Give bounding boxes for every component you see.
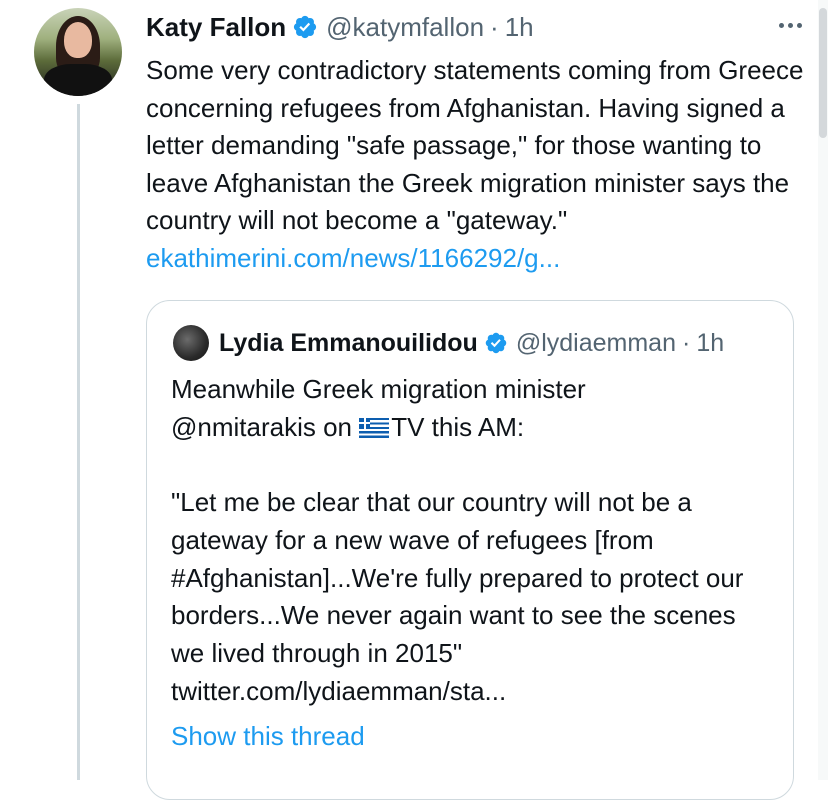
more-options-icon[interactable] xyxy=(772,10,808,40)
tweet-text: Some very contradictory statements comin… xyxy=(146,55,804,235)
author-handle[interactable]: @katymfallon xyxy=(326,10,484,44)
tweet-header: Katy Fallon @katymfallon · 1h xyxy=(146,10,804,44)
show-thread-link[interactable]: Show this thread xyxy=(171,721,365,752)
quoted-header-separator: · xyxy=(681,328,691,357)
author-avatar[interactable] xyxy=(34,8,122,96)
tweet-body: Some very contradictory statements comin… xyxy=(146,52,806,277)
thread-connector-line xyxy=(77,104,80,780)
quoted-tweet-card[interactable]: Lydia Emmanouilidou @lydiaemman · 1h Mea… xyxy=(146,300,794,800)
author-name[interactable]: Katy Fallon xyxy=(146,10,286,44)
tweet-timestamp[interactable]: 1h xyxy=(505,10,534,44)
quoted-text-part2: TV this AM: "Let me be clear that our co… xyxy=(171,411,744,706)
quoted-tweet-body: Meanwhile Greek migration minister @nmit… xyxy=(171,371,771,710)
quoted-author-handle: @lydiaemman xyxy=(515,328,676,357)
verified-badge-icon xyxy=(485,332,507,354)
quoted-author-avatar xyxy=(173,325,209,361)
scrollbar-thumb[interactable] xyxy=(819,8,827,138)
quoted-author-name: Lydia Emmanouilidou xyxy=(219,328,478,357)
verified-badge-icon xyxy=(294,15,317,39)
quoted-tweet-header: Lydia Emmanouilidou @lydiaemman · 1h xyxy=(173,325,724,361)
header-separator: · xyxy=(490,12,499,42)
quoted-tweet-timestamp: 1h xyxy=(696,328,725,357)
greek-flag-icon xyxy=(359,417,390,438)
tweet-link[interactable]: ekathimerini.com/news/1166292/g... xyxy=(146,243,560,273)
scrollbar[interactable] xyxy=(818,0,828,780)
